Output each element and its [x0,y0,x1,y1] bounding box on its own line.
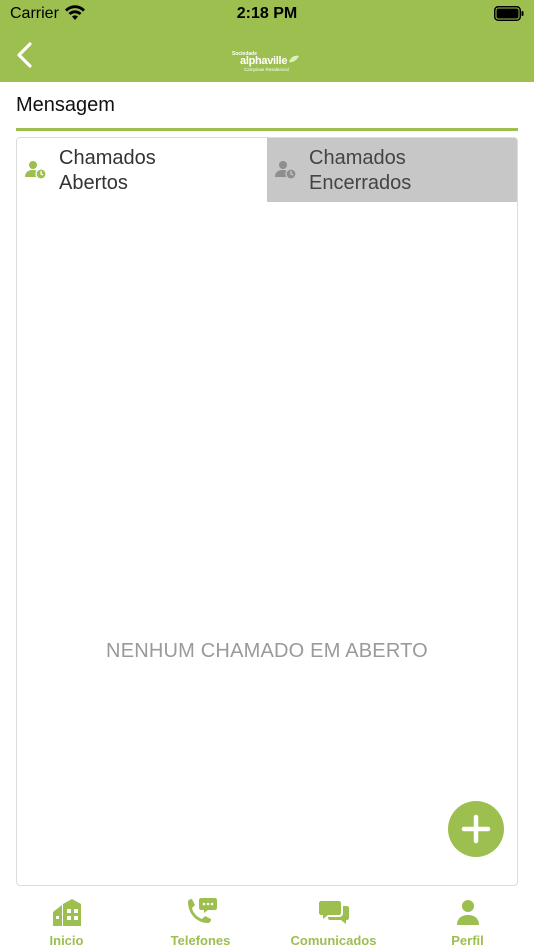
user-clock-icon [25,161,47,180]
phone-chat-icon [187,898,217,923]
tabbar-label-inicio: Inicio [49,933,84,948]
tab-open-tickets[interactable]: Chamados Abertos [17,138,267,202]
logo-line-3: Campinas Residencial [244,67,289,72]
tabbar-item-inicio[interactable]: Inicio [0,886,133,950]
tab-closed-label: Chamados Encerrados [309,147,412,194]
tickets-panel: Chamados Abertos Chamados Encerrados NEN… [16,137,518,886]
page-title: Mensagem [16,94,115,116]
tabbar-label-comunicados: Comunicados [290,933,377,948]
bottom-tab-bar: Inicio Telefones Comunicados Perfil [0,886,534,950]
tabbar-item-perfil[interactable]: Perfil [401,886,534,950]
add-ticket-button[interactable] [448,801,504,857]
title-divider [16,128,518,131]
leaf-icon [289,55,299,63]
tabbar-label-perfil: Perfil [451,933,484,948]
chevron-left-icon[interactable] [12,40,40,70]
tab-closed-tickets[interactable]: Chamados Encerrados [267,138,517,202]
plus-icon [461,814,491,844]
alphaville-logo: Sociedade alphaville Campinas Residencia… [232,48,302,74]
chat-bubbles-icon [318,901,349,924]
tab-open-label: Chamados Abertos [59,147,156,194]
user-icon [456,900,479,925]
logo-line-2: alphaville [240,55,288,67]
empty-state-message: NENHUM CHAMADO EM ABERTO [106,640,428,662]
tabbar-item-telefones[interactable]: Telefones [134,886,267,950]
user-clock-icon [275,161,297,180]
clock: 2:18 PM [236,5,298,22]
home-icon [52,899,81,926]
battery-icon [494,6,524,21]
status-bar: Carrier 2:18 PM [0,0,534,28]
tabbar-item-comunicados[interactable]: Comunicados [267,886,400,950]
tabbar-label-telefones: Telefones [170,933,231,948]
nav-bar: Sociedade alphaville Campinas Residencia… [0,28,534,82]
